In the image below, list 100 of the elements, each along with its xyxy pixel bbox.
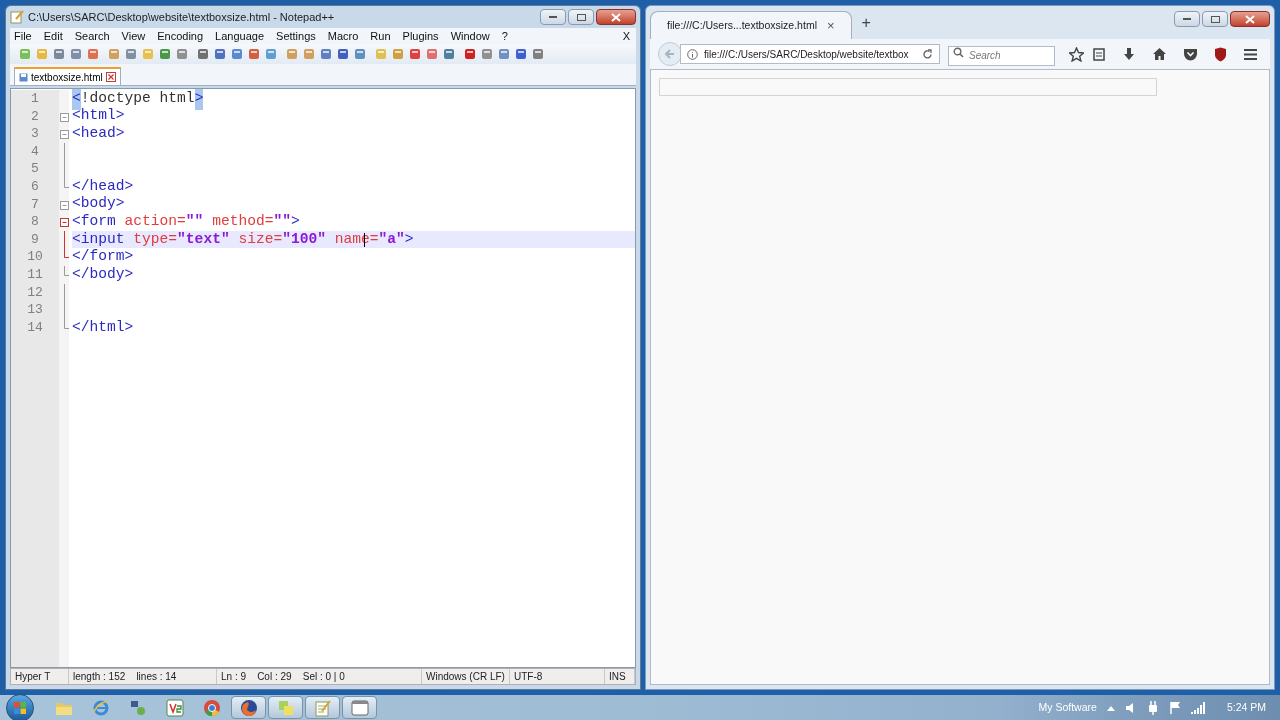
back-button[interactable]: [658, 42, 682, 66]
clipboard-icon[interactable]: [1092, 47, 1106, 61]
toolbar-icon[interactable]: [514, 47, 528, 61]
browser-tab[interactable]: file:///C:/Users...textboxsize.html ×: [650, 11, 852, 39]
toolbar-icon[interactable]: [480, 47, 494, 61]
toolbar-icon[interactable]: [353, 47, 367, 61]
info-icon[interactable]: [687, 48, 698, 60]
line-number: 8: [31, 213, 39, 232]
toolbar-icon[interactable]: [425, 47, 439, 61]
toolbar-icon[interactable]: [336, 47, 350, 61]
close-button[interactable]: [596, 9, 636, 25]
line-number: 13: [27, 301, 43, 320]
taskbar-button[interactable]: [342, 696, 377, 719]
menu-item[interactable]: Window: [450, 27, 490, 45]
toolbar-icon[interactable]: [442, 47, 456, 61]
shield-icon[interactable]: [1214, 46, 1227, 62]
status-text: length : 152 lines : 14: [73, 670, 177, 684]
toolbar-icon[interactable]: [319, 47, 333, 61]
menu-item[interactable]: ?: [501, 27, 508, 45]
status-text: INS: [609, 670, 626, 684]
close-icon[interactable]: [105, 72, 116, 82]
line-number: 10: [27, 248, 43, 267]
code-line: </body>: [72, 265, 135, 284]
close-button[interactable]: [1230, 11, 1270, 27]
signal-icon[interactable]: [1190, 701, 1205, 714]
toolbar-icon[interactable]: [196, 47, 210, 61]
menu-item[interactable]: Settings: [276, 27, 316, 45]
close-document-button[interactable]: X: [622, 27, 630, 45]
menu-item[interactable]: Encoding: [157, 27, 204, 45]
new-tab-button[interactable]: +: [851, 11, 881, 35]
maximize-button[interactable]: [568, 9, 594, 25]
home-icon[interactable]: [1152, 47, 1167, 61]
windows-logo-icon: [13, 700, 27, 715]
pocket-icon[interactable]: [1183, 47, 1198, 61]
caret-icon[interactable]: [1106, 704, 1115, 711]
menu-item[interactable]: Search: [74, 27, 110, 45]
toolbar-icon[interactable]: [264, 47, 278, 61]
code-line: </form>: [72, 248, 135, 266]
toolbar-icon[interactable]: [285, 47, 299, 61]
app-icon: [165, 698, 184, 717]
toolbar-icon[interactable]: [247, 47, 261, 61]
menu-item[interactable]: Language: [215, 27, 265, 45]
toolbar-icon[interactable]: [124, 47, 138, 61]
toolbar-icon[interactable]: [463, 47, 477, 61]
fold-toggle-icon[interactable]: [60, 112, 69, 122]
toolbar-icon[interactable]: [391, 47, 405, 61]
line-number: 1: [31, 90, 39, 109]
menu-item[interactable]: Plugins: [402, 27, 439, 45]
download-icon[interactable]: [1122, 47, 1136, 61]
line-number: 3: [31, 125, 39, 144]
code-line: </html>: [72, 318, 135, 337]
window-icon: [350, 699, 369, 716]
menu-item[interactable]: Run: [370, 27, 391, 45]
toolbar-icon[interactable]: [230, 47, 244, 61]
maximize-button[interactable]: [1202, 11, 1228, 27]
minimize-button[interactable]: [540, 9, 566, 25]
menu-item[interactable]: View: [121, 27, 146, 45]
code-line: <html>: [72, 107, 126, 126]
file-tab[interactable]: textboxsize.html: [14, 67, 121, 85]
menu-item[interactable]: Edit: [43, 27, 63, 45]
minimize-button[interactable]: [1174, 11, 1200, 27]
toolbar-icon[interactable]: [158, 47, 172, 61]
toolbar-icon[interactable]: [497, 47, 511, 61]
toolbar-icon[interactable]: [107, 47, 121, 61]
tab-close-button[interactable]: ×: [826, 15, 835, 36]
line-number: 14: [27, 318, 43, 337]
toolbar-icon[interactable]: [302, 47, 316, 61]
code-line: <form action="" method="">: [72, 213, 301, 231]
start-button[interactable]: [6, 693, 34, 720]
fold-toggle-icon[interactable]: [60, 218, 69, 228]
globe-icon: [91, 698, 110, 717]
code-line: <!doctype html>: [72, 90, 635, 108]
toolbar-icon[interactable]: [86, 47, 100, 61]
bookmark-star-icon[interactable]: [1069, 46, 1084, 62]
browser-icon: [202, 698, 221, 717]
plug-icon[interactable]: [1146, 700, 1159, 715]
toolbar-icon[interactable]: [408, 47, 422, 61]
line-number: 4: [31, 142, 39, 161]
status-text: UTF-8: [514, 670, 543, 684]
taskbar-button[interactable]: [231, 696, 266, 719]
menu-item[interactable]: File: [14, 27, 32, 45]
toolbar-icon[interactable]: [213, 47, 227, 61]
toolbar-icon[interactable]: [69, 47, 83, 61]
search-field[interactable]: Search: [948, 45, 1055, 66]
reload-icon[interactable]: [922, 48, 933, 60]
menu-icon[interactable]: [1243, 47, 1258, 61]
code-line: </head>: [72, 177, 135, 196]
toolbar-icon[interactable]: [175, 47, 189, 61]
toolbar-icon[interactable]: [531, 47, 545, 61]
search-icon: [953, 47, 964, 58]
taskbar-button[interactable]: [305, 696, 340, 719]
menu-item[interactable]: Macro: [327, 27, 359, 45]
flag-icon[interactable]: [1168, 701, 1181, 714]
text-input[interactable]: [659, 78, 1157, 96]
fox-globe-icon: [239, 698, 258, 717]
fold-toggle-icon[interactable]: [60, 200, 69, 210]
toolbar-icon[interactable]: [52, 47, 66, 61]
notepad-icon: [10, 10, 24, 24]
address-bar[interactable]: file:///C:/Users/SARC/Desktop/website/textbox: [680, 44, 940, 64]
fold-toggle-icon[interactable]: [60, 130, 69, 140]
